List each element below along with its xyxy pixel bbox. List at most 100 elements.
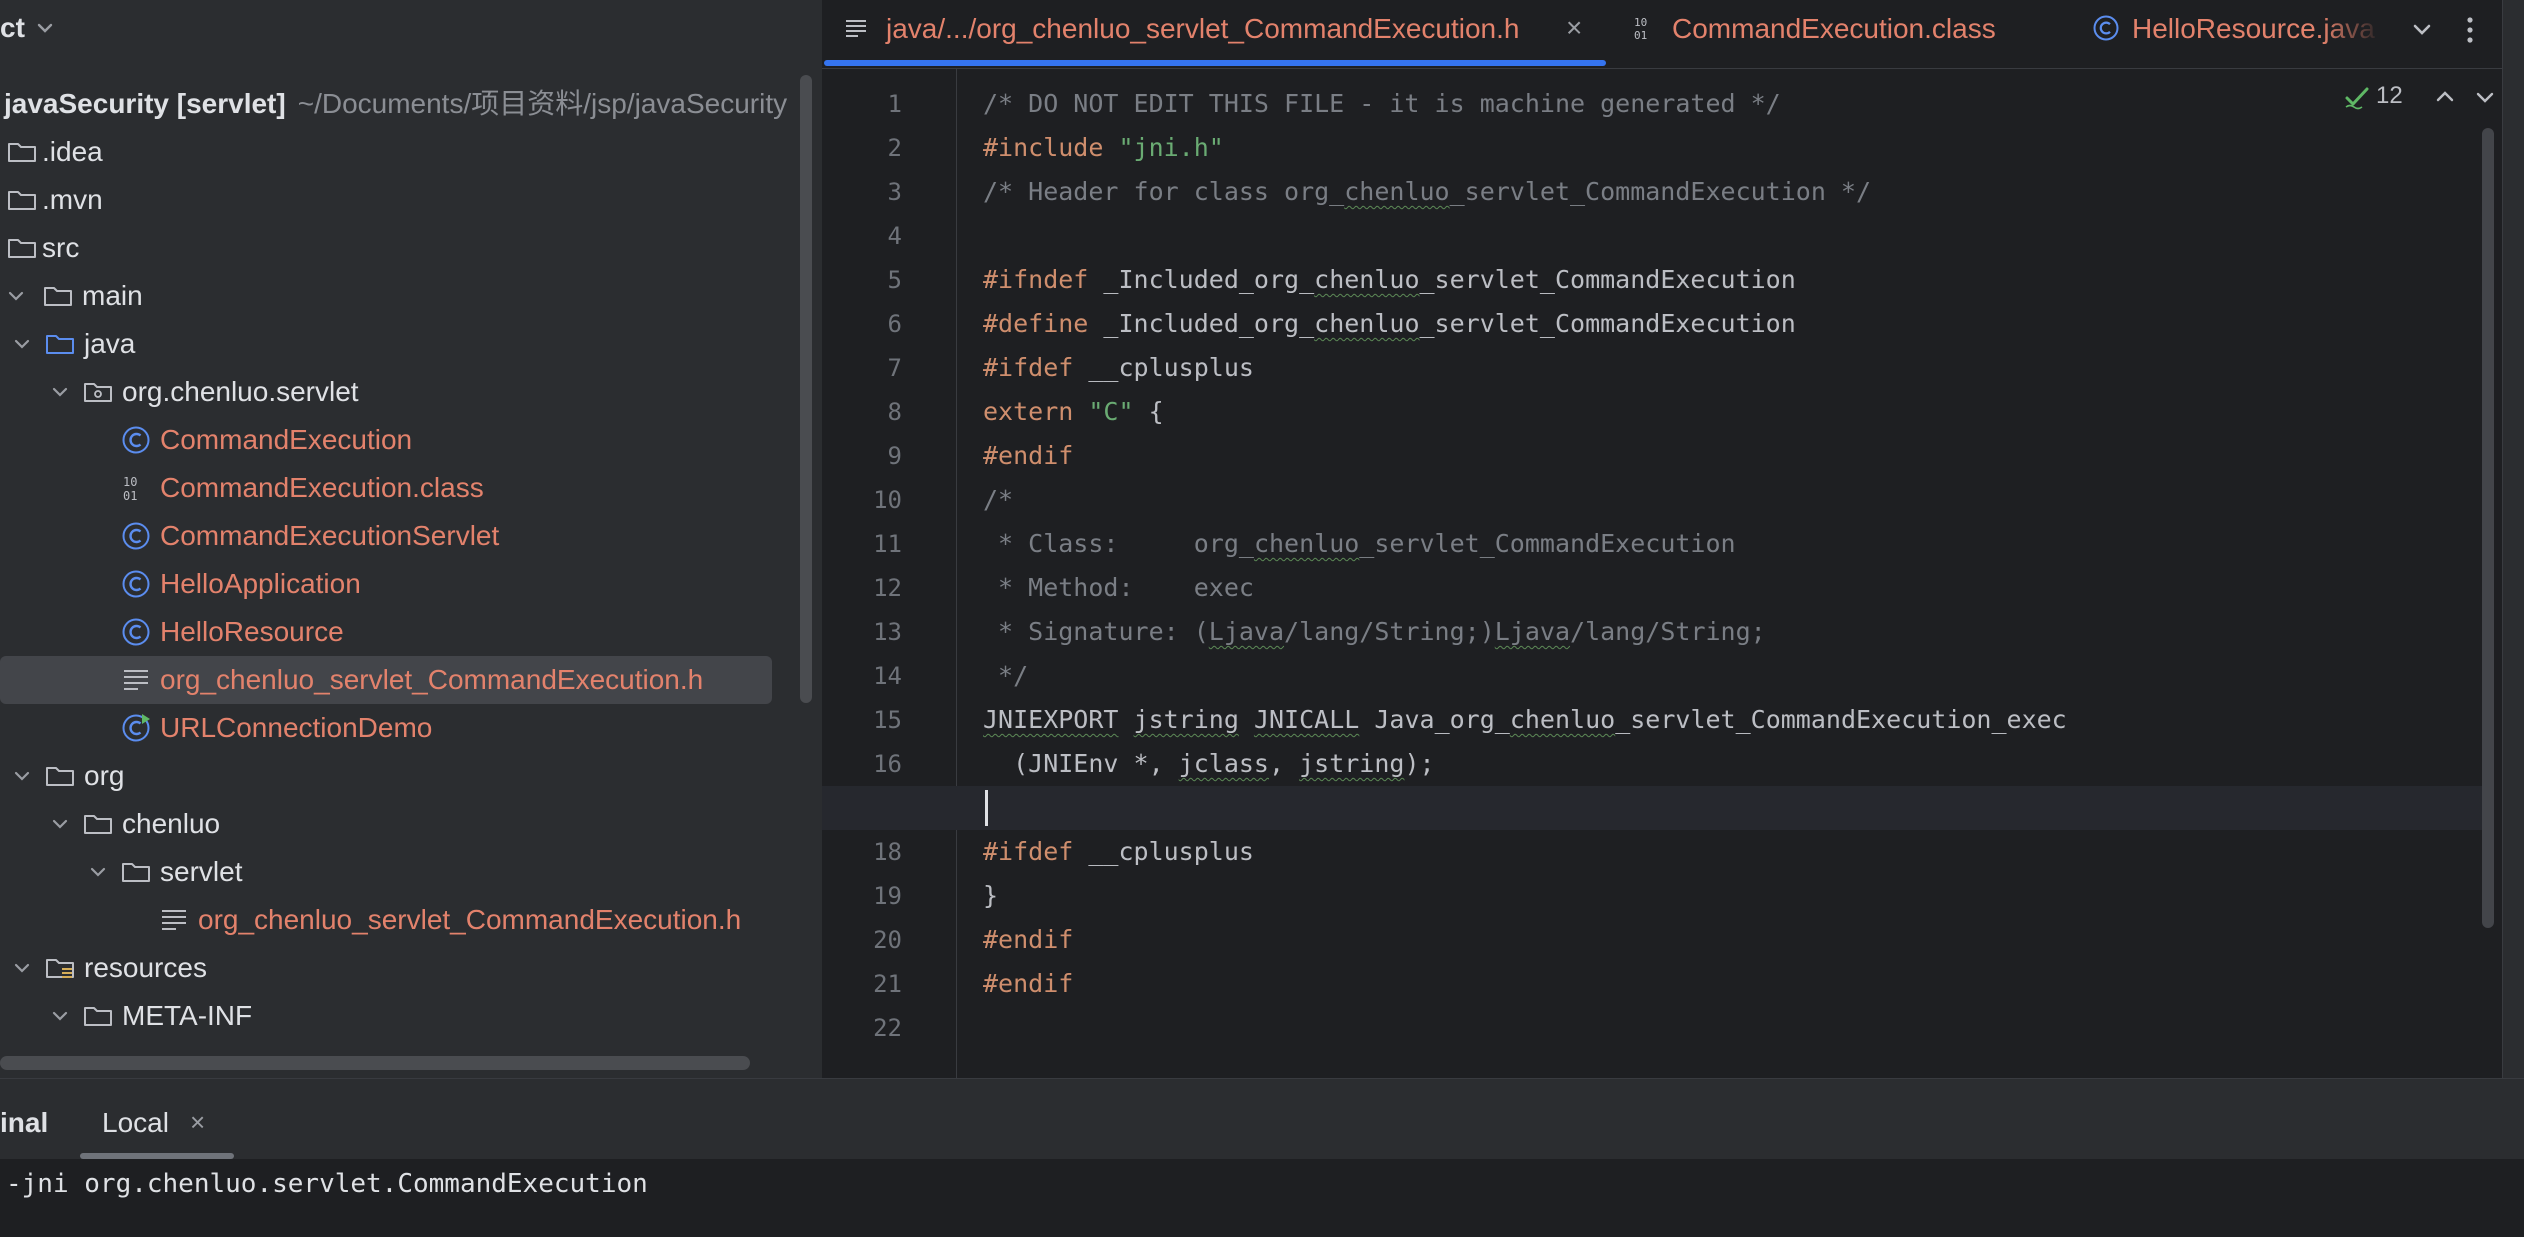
- binary-file-icon: 10 01: [1634, 16, 1647, 42]
- code-token: #endif: [983, 969, 1074, 998]
- code-line[interactable]: * Signature: (Ljava/lang/String;)Ljava/l…: [983, 610, 1766, 654]
- editor-vertical-scrollbar[interactable]: [2482, 128, 2494, 928]
- line-number: 9: [887, 442, 902, 470]
- source-folder-icon: [46, 335, 74, 354]
- close-icon[interactable]: ×: [190, 1107, 205, 1138]
- chevron-down-icon[interactable]: [2406, 14, 2438, 46]
- code-token: __cplusplus: [1088, 353, 1254, 382]
- folder-icon: [46, 767, 74, 786]
- current-line-highlight: [822, 786, 2482, 830]
- tree-row[interactable]: src: [0, 224, 800, 272]
- project-panel-title: ct: [0, 12, 25, 43]
- text-caret: [985, 790, 988, 826]
- line-number: 10: [873, 486, 902, 514]
- tree-row-label: META-INF: [122, 1000, 253, 1031]
- code-token: Ljava: [1208, 617, 1285, 646]
- tree-row[interactable]: org: [0, 752, 800, 800]
- tree-row[interactable]: CommandExecution: [0, 416, 800, 464]
- close-icon[interactable]: ×: [1566, 12, 1582, 44]
- tree-row-label: .mvn: [42, 184, 103, 215]
- line-number: 1: [887, 90, 902, 118]
- code-token: Ljava: [1494, 617, 1571, 646]
- tree-row-label: org_chenluo_servlet_CommandExecution.h: [198, 904, 742, 935]
- tab-command-execution-h[interactable]: java/.../org_chenluo_servlet_CommandExec…: [842, 0, 1612, 64]
- line-number: 14: [873, 662, 902, 690]
- code-line[interactable]: * Class: org_chenluo_servlet_CommandExec…: [983, 522, 1736, 566]
- code-line[interactable]: }: [983, 874, 998, 918]
- tree-row[interactable]: servlet: [0, 848, 800, 896]
- code-line[interactable]: */: [983, 654, 1028, 698]
- tree-row[interactable]: .idea: [0, 128, 800, 176]
- code-line[interactable]: #endif: [983, 434, 1073, 478]
- chevron-down-icon[interactable]: [10, 956, 34, 980]
- tree-row[interactable]: chenluo: [0, 800, 800, 848]
- code-line[interactable]: #ifdef __cplusplus: [983, 830, 1254, 874]
- tree-row[interactable]: 10 01 CommandExecution.class: [0, 464, 800, 512]
- code-line[interactable]: /* DO NOT EDIT THIS FILE - it is machine…: [983, 82, 1781, 126]
- code-line[interactable]: /* Header for class org_chenluo_servlet_…: [983, 170, 1871, 214]
- line-number: 19: [873, 882, 902, 910]
- class-icon: [122, 522, 150, 550]
- project-tree-vertical-scrollbar[interactable]: [800, 75, 812, 703]
- tab-command-execution-class[interactable]: 10 01 CommandExecution.class: [1632, 0, 2032, 64]
- class-icon: [2093, 15, 2119, 41]
- tree-row[interactable]: HelloApplication: [0, 560, 800, 608]
- chevron-down-icon[interactable]: [86, 860, 110, 884]
- terminal-output-line[interactable]: -jni org.chenluo.servlet.CommandExecutio…: [6, 1169, 648, 1199]
- tree-row[interactable]: javaSecurity [servlet] ~/Documents/项目资料/j…: [0, 80, 800, 128]
- right-tool-strip: [2502, 0, 2524, 1078]
- code-token: /* Header for class org_: [983, 177, 1345, 206]
- tree-row-label: CommandExecutionServlet: [160, 520, 500, 551]
- code-token: _servlet_CommandExecution: [1419, 309, 1796, 338]
- chevron-down-icon[interactable]: [4, 284, 28, 308]
- terminal-tab-local[interactable]: Local ×: [80, 1079, 240, 1159]
- code-line[interactable]: #ifndef _Included_org_chenluo_servlet_Co…: [983, 258, 1796, 302]
- tree-row-label: CommandExecution: [160, 424, 413, 455]
- chevron-down-icon[interactable]: [33, 16, 57, 40]
- more-vertical-icon[interactable]: [2454, 12, 2486, 48]
- chevron-up-icon[interactable]: [2432, 84, 2458, 110]
- code-line[interactable]: #include "jni.h": [983, 126, 1224, 170]
- project-tree-horizontal-scrollbar[interactable]: [0, 1056, 750, 1070]
- tree-row-label: servlet: [160, 856, 243, 887]
- chevron-down-icon[interactable]: [2472, 84, 2498, 110]
- chevron-down-icon[interactable]: [48, 1004, 72, 1028]
- code-line[interactable]: #endif: [983, 962, 1073, 1006]
- chevron-down-icon[interactable]: [10, 332, 34, 356]
- tree-row[interactable]: URLConnectionDemo: [0, 704, 800, 752]
- line-number: 16: [873, 750, 902, 778]
- chevron-down-icon[interactable]: [48, 380, 72, 404]
- code-line[interactable]: * Method: exec: [983, 566, 1254, 610]
- tree-row[interactable]: org_chenluo_servlet_CommandExecution.h: [0, 656, 772, 704]
- tree-row[interactable]: main: [0, 272, 800, 320]
- chevron-down-icon[interactable]: [48, 812, 72, 836]
- chevron-down-icon[interactable]: [10, 764, 34, 788]
- code-line[interactable]: #endif: [983, 918, 1073, 962]
- tree-row[interactable]: java: [0, 320, 800, 368]
- tree-row[interactable]: org.chenluo.servlet: [0, 368, 800, 416]
- code-token: ,: [1268, 749, 1300, 778]
- tree-row[interactable]: CommandExecutionServlet: [0, 512, 800, 560]
- code-line[interactable]: extern "C" {: [983, 390, 1164, 434]
- code-area[interactable]: /* DO NOT EDIT THIS FILE - it is machine…: [822, 68, 2502, 1078]
- check-icon: [2345, 87, 2369, 110]
- code-line[interactable]: (JNIEnv *, jclass, jstring);: [983, 742, 1434, 786]
- code-line[interactable]: JNIEXPORT jstring JNICALL Java_org_chenl…: [983, 698, 2067, 742]
- line-number: 3: [887, 178, 902, 206]
- tab-label: CommandExecution.class: [1672, 13, 1996, 44]
- code-line[interactable]: #define _Included_org_chenluo_servlet_Co…: [983, 302, 1796, 346]
- code-line[interactable]: #ifdef __cplusplus: [983, 346, 1254, 390]
- code-line[interactable]: /*: [983, 478, 1013, 522]
- tree-row[interactable]: org_chenluo_servlet_CommandExecution.h: [0, 896, 800, 944]
- code-token: extern: [983, 397, 1089, 426]
- tree-row[interactable]: META-INF: [0, 992, 800, 1040]
- tree-row[interactable]: HelloResource: [0, 608, 800, 656]
- svg-text:01: 01: [123, 489, 137, 503]
- tree-row[interactable]: .mvn: [0, 176, 800, 224]
- terminal-header: inal Local ×: [0, 1079, 2524, 1159]
- tree-row[interactable]: resources: [0, 944, 800, 992]
- tree-row-label: URLConnectionDemo: [160, 712, 433, 743]
- line-number: 5: [887, 266, 902, 294]
